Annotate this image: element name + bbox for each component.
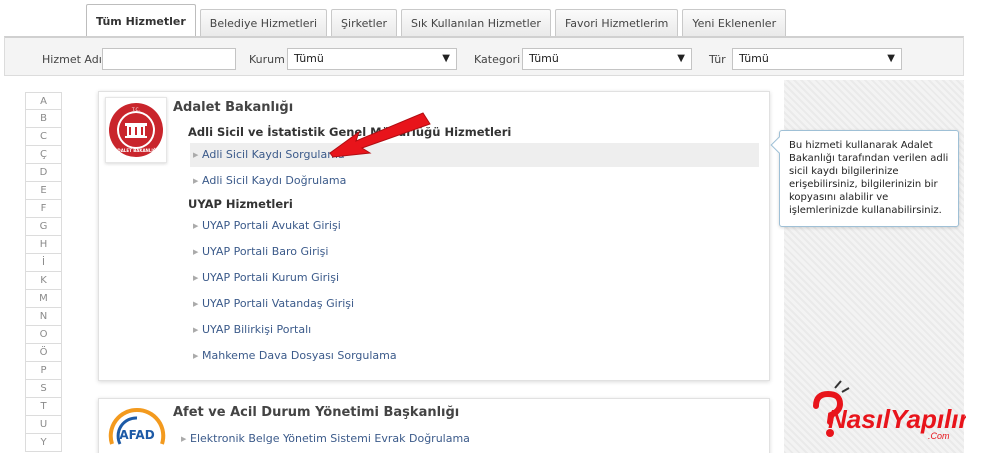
service-label: UYAP Portali Avukat Girişi (202, 219, 341, 232)
bullet-icon: ▶ (193, 248, 199, 256)
tab-municipality-services[interactable]: Belediye Hizmetleri (199, 9, 328, 37)
letter-g[interactable]: G (25, 218, 62, 236)
bullet-icon: ▶ (193, 222, 199, 230)
category-select[interactable]: Tümü ▼ (522, 48, 692, 70)
service-uyap-expert-portal[interactable]: ▶ UYAP Bilirkişi Portalı (190, 318, 759, 342)
letter-c[interactable]: C (25, 128, 62, 146)
dropdown-arrow-icon: ▼ (442, 53, 450, 64)
letter-s[interactable]: S (25, 380, 62, 398)
service-label: Adli Sicil Kaydı Doğrulama (202, 174, 347, 187)
service-description-tooltip: Bu hizmeti kullanarak Adalet Bakanlığı t… (770, 130, 959, 227)
bullet-icon: ▶ (193, 151, 199, 159)
bullet-icon: ▶ (181, 435, 187, 443)
service-name-label: Hizmet Adı (42, 53, 102, 66)
tab-all-services[interactable]: Tüm Hizmetler (86, 4, 196, 37)
service-label: UYAP Bilirkişi Portalı (202, 323, 312, 336)
bullet-icon: ▶ (193, 177, 199, 185)
type-label: Tür (709, 53, 726, 66)
red-pointer-arrow-icon (329, 112, 431, 158)
letter-h[interactable]: H (25, 236, 62, 254)
logo-text-bottom: ADALET BAKANLIĞI (114, 148, 158, 153)
letter-b[interactable]: B (25, 110, 62, 128)
service-label: Elektronik Belge Yönetim Sistemi Evrak D… (190, 432, 470, 445)
service-label: UYAP Portali Kurum Girişi (202, 271, 340, 284)
service-criminal-record-query[interactable]: ▶ Adli Sicil Kaydı Sorgulama (190, 143, 759, 167)
group-title-uyap: UYAP Hizmetleri (188, 197, 293, 211)
watermark-text: NasılYapılır (828, 404, 966, 434)
letter-i-dotted[interactable]: İ (25, 254, 62, 272)
service-court-case-file-query[interactable]: ▶ Mahkeme Dava Dosyası Sorgulama (190, 344, 759, 368)
letter-k[interactable]: K (25, 272, 62, 290)
letter-f[interactable]: F (25, 200, 62, 218)
letter-u[interactable]: U (25, 416, 62, 434)
institution-label: Kurum (249, 53, 285, 66)
letter-o[interactable]: O (25, 326, 62, 344)
bullet-icon: ▶ (193, 326, 199, 334)
dropdown-arrow-icon: ▼ (677, 53, 685, 64)
service-ebys-document-verify[interactable]: ▶ Elektronik Belge Yönetim Sistemi Evrak… (178, 427, 759, 451)
letter-t[interactable]: T (25, 398, 62, 416)
institution-select[interactable]: Tümü ▼ (287, 48, 457, 70)
justice-seal-icon: T.C. ADALET BAKANLIĞI (109, 103, 163, 157)
afad-logo-text: AFAD (119, 428, 154, 442)
afad-logo-icon: AFAD (108, 407, 166, 445)
service-label: UYAP Portali Vatandaş Girişi (202, 297, 355, 310)
service-criminal-record-verify[interactable]: ▶ Adli Sicil Kaydı Doğrulama (190, 169, 759, 193)
institution-title-justice[interactable]: Adalet Bakanlığı (173, 100, 293, 115)
nasilyapilir-watermark: NasılYapılır .Com (813, 380, 966, 441)
service-uyap-institution-login[interactable]: ▶ UYAP Portali Kurum Girişi (190, 266, 759, 290)
tab-frequently-used[interactable]: Sık Kullanılan Hizmetler (401, 9, 551, 37)
alphabet-index: A B C Ç D E F G H İ K M N O Ö P S T U Y (25, 92, 62, 452)
bullet-icon: ▶ (193, 352, 199, 360)
category-select-value: Tümü (529, 52, 559, 65)
dropdown-arrow-icon: ▼ (887, 53, 895, 64)
tab-newly-added[interactable]: Yeni Eklenenler (682, 9, 787, 37)
logo-text-top: T.C. (131, 107, 140, 113)
watermark-suffix: .Com (928, 431, 950, 441)
tab-companies[interactable]: Şirketler (331, 9, 398, 37)
service-uyap-bar-login[interactable]: ▶ UYAP Portali Baro Girişi (190, 240, 759, 264)
filter-bar: Hizmet Adı Kurum Tümü ▼ Kategori Tümü ▼ … (4, 36, 964, 76)
institution-select-value: Tümü (294, 52, 324, 65)
letter-y[interactable]: Y (25, 434, 62, 452)
letter-p[interactable]: P (25, 362, 62, 380)
letter-e[interactable]: E (25, 182, 62, 200)
letter-o-umlaut[interactable]: Ö (25, 344, 62, 362)
service-uyap-citizen-login[interactable]: ▶ UYAP Portali Vatandaş Girişi (190, 292, 759, 316)
service-label: Adli Sicil Kaydı Sorgulama (202, 148, 345, 161)
service-label: Mahkeme Dava Dosyası Sorgulama (202, 349, 397, 362)
service-uyap-lawyer-login[interactable]: ▶ UYAP Portali Avukat Girişi (190, 214, 759, 238)
tooltip-text: Bu hizmeti kullanarak Adalet Bakanlığı t… (789, 140, 949, 216)
letter-m[interactable]: M (25, 290, 62, 308)
category-tabs: Tüm Hizmetler Belediye Hizmetleri Şirket… (86, 4, 790, 37)
service-label: UYAP Portali Baro Girişi (202, 245, 329, 258)
type-select[interactable]: Tümü ▼ (732, 48, 902, 70)
letter-a[interactable]: A (25, 92, 62, 110)
service-name-input[interactable] (102, 48, 236, 70)
institution-title-afad[interactable]: Afet ve Acil Durum Yönetimi Başkanlığı (173, 405, 459, 420)
justice-ministry-logo: T.C. ADALET BAKANLIĞI (105, 97, 167, 163)
bullet-icon: ▶ (193, 274, 199, 282)
letter-c-cedilla[interactable]: Ç (25, 146, 62, 164)
bullet-icon: ▶ (193, 300, 199, 308)
tab-favorites[interactable]: Favori Hizmetlerim (554, 9, 679, 37)
category-label: Kategori (474, 53, 521, 66)
letter-n[interactable]: N (25, 308, 62, 326)
type-select-value: Tümü (739, 52, 769, 65)
tooltip-pointer (770, 136, 788, 154)
letter-d[interactable]: D (25, 164, 62, 182)
